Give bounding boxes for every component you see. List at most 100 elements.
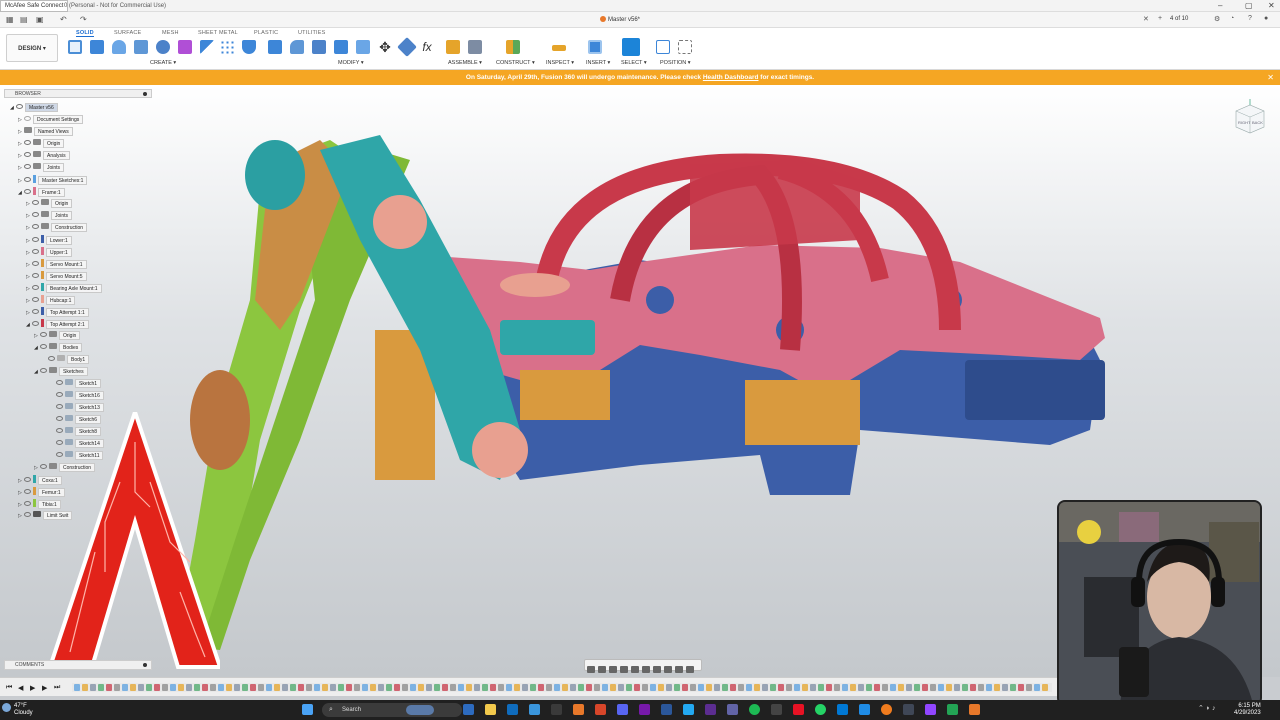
visibility-icon[interactable] bbox=[32, 273, 39, 278]
tree-node-servo-mount-5[interactable]: ▷ Servo Mount:5 bbox=[26, 271, 87, 281]
undo-icon[interactable]: ↶ bbox=[60, 15, 67, 24]
health-dashboard-link[interactable]: Health Dashboard bbox=[703, 74, 759, 81]
visibility-icon[interactable] bbox=[32, 249, 39, 254]
timeline-feature[interactable] bbox=[314, 684, 320, 691]
tree-node-servo-mount-1[interactable]: ▷ Servo Mount:1 bbox=[26, 259, 87, 269]
orbit-icon[interactable] bbox=[587, 666, 595, 673]
timeline-feature[interactable] bbox=[490, 684, 496, 691]
obs-icon[interactable] bbox=[903, 704, 914, 715]
extensions-icon[interactable]: ⚙ bbox=[1214, 15, 1220, 23]
timeline-feature[interactable] bbox=[970, 684, 976, 691]
timeline-feature[interactable] bbox=[474, 684, 480, 691]
tree-node-root[interactable]: ◢ Master v56 bbox=[10, 103, 58, 113]
tree-node-document-settings[interactable]: ▷ Document Settings bbox=[18, 115, 84, 125]
tree-node-frame-construction[interactable]: ▷ Construction bbox=[26, 223, 88, 233]
tree-node-sketch1[interactable]: Sketch1 bbox=[56, 379, 102, 389]
insert-menu[interactable]: INSERT ▾ bbox=[586, 60, 610, 66]
tree-node-body1[interactable]: Body1 bbox=[48, 355, 90, 365]
timeline-feature[interactable] bbox=[834, 684, 840, 691]
timeline-feature[interactable] bbox=[202, 684, 208, 691]
timeline-feature[interactable] bbox=[338, 684, 344, 691]
vscode-icon[interactable] bbox=[683, 704, 694, 715]
timeline-feature[interactable] bbox=[538, 684, 544, 691]
timeline-feature[interactable] bbox=[714, 684, 720, 691]
timeline-feature[interactable] bbox=[394, 684, 400, 691]
timeline-feature[interactable] bbox=[98, 684, 104, 691]
visibility-icon[interactable] bbox=[24, 501, 31, 506]
workspace-switcher[interactable]: DESIGN ▾ bbox=[6, 34, 58, 62]
timeline-feature[interactable] bbox=[114, 684, 120, 691]
store-icon[interactable] bbox=[551, 704, 562, 715]
timeline-feature[interactable] bbox=[866, 684, 872, 691]
timeline-feature[interactable] bbox=[858, 684, 864, 691]
tree-node-hubcap[interactable]: ▷ Hubcap:1 bbox=[26, 295, 76, 305]
timeline-feature[interactable] bbox=[994, 684, 1000, 691]
timeline-feature[interactable] bbox=[426, 684, 432, 691]
visibility-icon[interactable] bbox=[32, 297, 39, 302]
fillet-icon[interactable] bbox=[290, 40, 304, 54]
timeline-feature[interactable] bbox=[874, 684, 880, 691]
timeline-feature[interactable] bbox=[778, 684, 784, 691]
insert-image-icon[interactable] bbox=[588, 40, 602, 54]
timeline-feature[interactable] bbox=[682, 684, 688, 691]
timeline-feature[interactable] bbox=[1018, 684, 1024, 691]
new-tab-icon[interactable]: + bbox=[1158, 15, 1162, 22]
file-icon[interactable]: ▤ bbox=[20, 15, 28, 24]
timeline-feature[interactable] bbox=[578, 684, 584, 691]
timeline-feature[interactable] bbox=[82, 684, 88, 691]
app-icon-blue[interactable] bbox=[859, 704, 870, 715]
timeline-feature[interactable] bbox=[298, 684, 304, 691]
timeline-feature[interactable] bbox=[458, 684, 464, 691]
modify-menu[interactable]: MODIFY ▾ bbox=[338, 60, 364, 66]
onenote-icon[interactable] bbox=[639, 704, 650, 715]
visibility-icon[interactable] bbox=[24, 152, 31, 157]
timeline-feature[interactable] bbox=[762, 684, 768, 691]
go-to-start-icon[interactable]: ⏮ bbox=[6, 684, 12, 692]
tab-surface[interactable]: SURFACE bbox=[114, 30, 141, 36]
visibility-icon[interactable] bbox=[40, 368, 47, 373]
start-icon[interactable] bbox=[302, 704, 313, 715]
tab-mesh[interactable]: MESH bbox=[162, 30, 179, 36]
spotify-icon[interactable] bbox=[749, 704, 760, 715]
timeline-feature[interactable] bbox=[378, 684, 384, 691]
select-icon[interactable] bbox=[622, 38, 640, 56]
timeline-feature[interactable] bbox=[890, 684, 896, 691]
timeline-feature[interactable] bbox=[418, 684, 424, 691]
display-settings-icon[interactable] bbox=[642, 666, 650, 673]
timeline-feature[interactable] bbox=[514, 684, 520, 691]
timeline-feature[interactable] bbox=[594, 684, 600, 691]
visual-studio-icon[interactable] bbox=[705, 704, 716, 715]
timeline-features[interactable] bbox=[72, 683, 1052, 692]
timeline-feature[interactable] bbox=[138, 684, 144, 691]
timeline-feature[interactable] bbox=[650, 684, 656, 691]
hole-icon[interactable] bbox=[134, 40, 148, 54]
timeline-feature[interactable] bbox=[754, 684, 760, 691]
tab-plastic[interactable]: PLASTIC bbox=[254, 30, 278, 36]
timeline-feature[interactable] bbox=[914, 684, 920, 691]
timeline-feature[interactable] bbox=[922, 684, 928, 691]
timeline-feature[interactable] bbox=[898, 684, 904, 691]
new-component-icon[interactable] bbox=[446, 40, 460, 54]
timeline-feature[interactable] bbox=[1002, 684, 1008, 691]
timeline-feature[interactable] bbox=[690, 684, 696, 691]
timeline-feature[interactable] bbox=[938, 684, 944, 691]
timeline-feature[interactable] bbox=[178, 684, 184, 691]
timeline-feature[interactable] bbox=[962, 684, 968, 691]
visibility-icon[interactable] bbox=[40, 332, 47, 337]
timeline-feature[interactable] bbox=[610, 684, 616, 691]
timeline-feature[interactable] bbox=[218, 684, 224, 691]
teams-icon[interactable] bbox=[727, 704, 738, 715]
tree-node-frame-joints[interactable]: ▷ Joints bbox=[26, 211, 73, 221]
timeline-feature[interactable] bbox=[570, 684, 576, 691]
task-view-icon[interactable] bbox=[463, 704, 474, 715]
timeline-feature[interactable] bbox=[674, 684, 680, 691]
chrome-icon[interactable] bbox=[595, 704, 606, 715]
visibility-icon[interactable] bbox=[24, 477, 31, 482]
create-sketch-icon[interactable] bbox=[68, 40, 82, 54]
system-tray-icons[interactable]: ⌃ ◗ ♪ bbox=[1198, 704, 1228, 715]
timeline-feature[interactable] bbox=[386, 684, 392, 691]
timeline-feature[interactable] bbox=[330, 684, 336, 691]
timeline-feature[interactable] bbox=[354, 684, 360, 691]
timeline-feature[interactable] bbox=[634, 684, 640, 691]
form-icon[interactable] bbox=[178, 40, 192, 54]
